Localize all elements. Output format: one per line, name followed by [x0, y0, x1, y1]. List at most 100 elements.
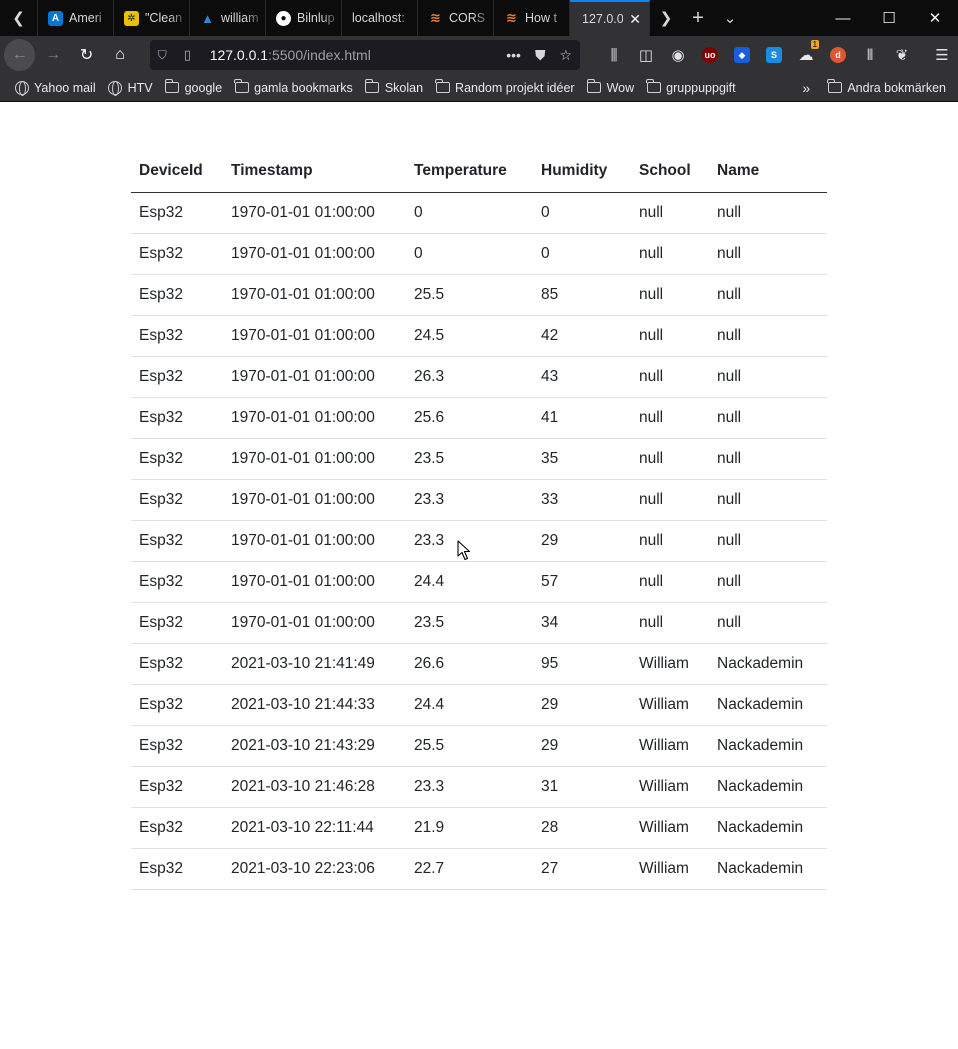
- bitwarden-icon[interactable]: ◆: [726, 40, 758, 70]
- cell-school: William: [631, 725, 709, 767]
- tab-label: 127.0.0: [582, 12, 624, 26]
- table-row: Esp32 1970-01-01 01:00:00 25.5 85 null null: [131, 274, 827, 316]
- cell-humidity: 27: [533, 848, 631, 890]
- extension-badge-icon[interactable]: ☁ 1: [790, 40, 822, 70]
- ublock-icon[interactable]: uo: [694, 40, 726, 70]
- cell-timestamp: 1970-01-01 01:00:00: [223, 438, 406, 480]
- cell-timestamp: 1970-01-01 01:00:00: [223, 192, 406, 234]
- tab-item[interactable]: A Ameri: [38, 0, 114, 36]
- folder-icon: [646, 79, 661, 94]
- bookmarks-overflow-icon[interactable]: »: [791, 80, 821, 96]
- table-body: Esp32 1970-01-01 01:00:00 0 0 null null Esp32 1…: [131, 192, 827, 890]
- sidebar-icon[interactable]: ◫: [630, 40, 662, 70]
- tab-item[interactable]: ≋ How t: [494, 0, 570, 36]
- bookmark-folder[interactable]: Wow: [586, 79, 634, 95]
- url-path: :5500/index.html: [268, 47, 371, 63]
- cell-timestamp: 1970-01-01 01:00:00: [223, 315, 406, 357]
- close-window-icon[interactable]: ✕: [912, 0, 958, 36]
- pocket-icon[interactable]: ⛊: [535, 47, 546, 64]
- forward-arrow-icon[interactable]: →: [37, 39, 68, 71]
- cell-humidity: 42: [533, 315, 631, 357]
- tab-active[interactable]: 127.0.0 ✕: [570, 0, 650, 36]
- bookmark-folder[interactable]: gruppuppgift: [646, 79, 736, 95]
- cell-school: null: [631, 274, 709, 316]
- azure-icon: A: [48, 10, 63, 26]
- cell-humidity: 35: [533, 438, 631, 480]
- cell-deviceid: Esp32: [131, 848, 223, 890]
- tab-item[interactable]: ≋ CORS: [418, 0, 494, 36]
- folder-icon: [164, 79, 180, 94]
- folder-icon: [435, 79, 450, 94]
- cell-temperature: 23.3: [406, 479, 533, 521]
- tab-item[interactable]: localhost:: [342, 0, 418, 36]
- tracking-shield-icon[interactable]: ⛉: [158, 48, 174, 63]
- cell-name: null: [709, 192, 827, 234]
- cell-temperature: 23.3: [406, 766, 533, 808]
- tab-scroll-left-icon[interactable]: ❮: [0, 0, 38, 36]
- bookmark-folder[interactable]: Random projekt idéer: [435, 79, 575, 95]
- cell-school: null: [631, 602, 709, 644]
- cell-name: null: [709, 315, 827, 357]
- folder-icon: [827, 79, 842, 94]
- account-icon[interactable]: ◉: [662, 40, 694, 70]
- duckduckgo-icon[interactable]: d: [822, 40, 854, 70]
- cell-humidity: 29: [533, 725, 631, 767]
- list-all-tabs-icon[interactable]: ⌄: [714, 0, 746, 36]
- tab-scroll-right-icon[interactable]: ❯: [650, 0, 682, 36]
- bookmark-folder[interactable]: gamla bookmarks: [234, 79, 353, 95]
- cell-deviceid: Esp32: [131, 315, 223, 357]
- maximize-icon[interactable]: ☐: [866, 0, 912, 36]
- cell-timestamp: 2021-03-10 22:11:44: [223, 807, 406, 849]
- other-bookmarks-folder[interactable]: Andra bokmärken: [827, 79, 946, 95]
- bookmark-folder[interactable]: Skolan: [364, 79, 423, 95]
- table-row: Esp32 2021-03-10 21:46:28 23.3 31 William Nac…: [131, 766, 827, 808]
- cell-deviceid: Esp32: [131, 520, 223, 562]
- menu-icon[interactable]: ☰: [926, 40, 958, 70]
- table-row: Esp32 1970-01-01 01:00:00 23.5 35 null null: [131, 438, 827, 480]
- page-actions-icon[interactable]: •••: [506, 47, 521, 64]
- page-info-icon[interactable]: ▯: [184, 47, 200, 63]
- bookmark-label: Random projekt idéer: [455, 80, 575, 95]
- cell-humidity: 33: [533, 479, 631, 521]
- table-row: Esp32 2021-03-10 21:43:29 25.5 29 William Nac…: [131, 725, 827, 767]
- cell-name: Nackademin: [709, 848, 827, 890]
- cell-deviceid: Esp32: [131, 356, 223, 398]
- bookmark-folder[interactable]: google: [164, 79, 223, 95]
- cell-humidity: 95: [533, 643, 631, 685]
- reload-icon[interactable]: ↻: [71, 39, 102, 71]
- cell-name: null: [709, 438, 827, 480]
- skype-icon[interactable]: S: [758, 40, 790, 70]
- tab-item[interactable]: ✲ "Clean: [114, 0, 190, 36]
- bookmark-star-icon[interactable]: ☆: [559, 47, 572, 64]
- gnome-extension-icon[interactable]: ❦: [886, 40, 918, 70]
- cell-school: William: [631, 766, 709, 808]
- cell-name: null: [709, 479, 827, 521]
- new-tab-icon[interactable]: +: [682, 0, 714, 36]
- tab-item[interactable]: ▲ william: [190, 0, 266, 36]
- column-header-name: Name: [709, 151, 827, 193]
- close-tab-icon[interactable]: ✕: [629, 11, 641, 28]
- cell-name: Nackademin: [709, 807, 827, 849]
- minimize-icon[interactable]: —: [820, 0, 866, 36]
- back-arrow-icon[interactable]: ←: [4, 39, 36, 71]
- bookmark-item[interactable]: Yahoo mail: [14, 80, 96, 96]
- cell-deviceid: Esp32: [131, 807, 223, 849]
- home-icon[interactable]: ⌂: [104, 39, 135, 71]
- cell-temperature: 24.4: [406, 684, 533, 726]
- column-header-temperature: Temperature: [406, 151, 533, 193]
- cell-school: null: [631, 233, 709, 275]
- cell-school: null: [631, 356, 709, 398]
- column-header-deviceid: DeviceId: [131, 151, 223, 193]
- cell-humidity: 29: [533, 684, 631, 726]
- column-header-timestamp: Timestamp: [223, 151, 406, 193]
- column-header-school: School: [631, 151, 709, 193]
- cell-name: null: [709, 520, 827, 562]
- cell-temperature: 0: [406, 233, 533, 275]
- bookmark-item[interactable]: HTV: [108, 80, 153, 96]
- fence-extension-icon[interactable]: ⦀: [854, 40, 886, 70]
- url-bar[interactable]: ⛉ ▯ 127.0.0.1:5500/index.html ••• ⛊ ☆: [149, 40, 581, 70]
- bookmark-label: google: [184, 80, 223, 95]
- stackoverflow-icon: ≋: [430, 10, 441, 25]
- library-icon[interactable]: ⫼: [598, 40, 630, 70]
- tab-item[interactable]: ● Bilnlup: [266, 0, 342, 36]
